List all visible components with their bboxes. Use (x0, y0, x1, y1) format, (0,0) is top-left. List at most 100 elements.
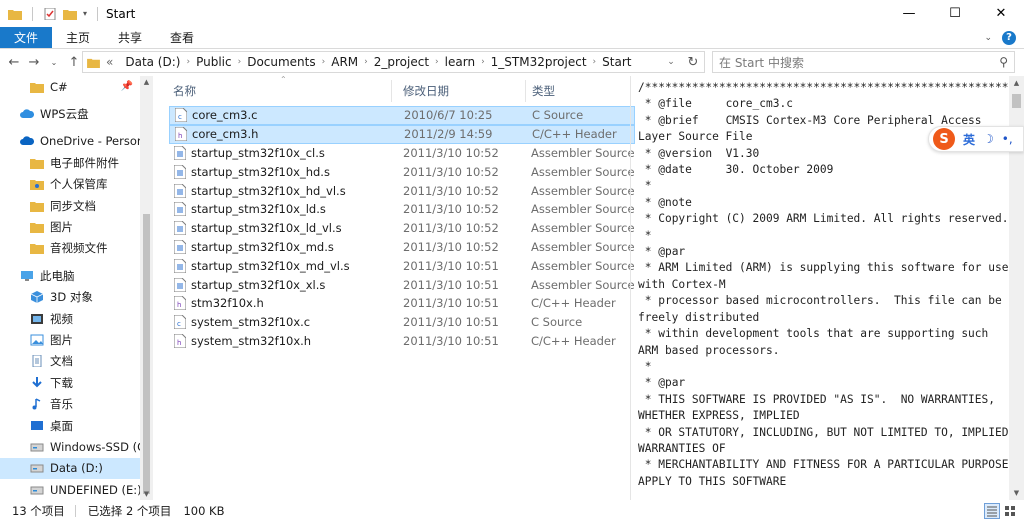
breadcrumb-item[interactable]: 1_STM32project (485, 55, 593, 69)
expand-ribbon-icon[interactable]: ⌄ (984, 33, 992, 43)
customize-toolbar-icon[interactable]: ▾ (83, 9, 87, 18)
breadcrumb-overflow[interactable]: « (100, 55, 119, 69)
scroll-down-icon[interactable]: ▼ (140, 490, 153, 498)
refresh-icon[interactable]: ↻ (682, 55, 704, 70)
sidebar-item[interactable]: 此电脑 (0, 265, 153, 286)
sidebar-item[interactable]: Data (D:) (0, 457, 153, 480)
sidebar-item[interactable]: 同步文档 (0, 195, 153, 216)
tab-file[interactable]: 文件 (0, 27, 53, 48)
navigation-bar: ← → ⌄ ↑ « Data (D:) › Public › Documents › … (0, 49, 1024, 75)
file-type: C/C++ Header (532, 127, 617, 142)
sidebar-item[interactable]: OneDrive - Persona (0, 131, 153, 152)
up-arrow-icon[interactable]: ↑ (64, 55, 84, 70)
recent-locations-icon[interactable]: ⌄ (44, 58, 64, 67)
ime-language-mode[interactable]: 英 (963, 131, 975, 148)
back-arrow-icon[interactable]: ← (4, 55, 24, 70)
file-name: startup_stm32f10x_ld.s (191, 202, 326, 217)
sidebar-item[interactable]: 电子邮件附件 (0, 152, 153, 173)
scroll-up-icon[interactable]: ▲ (140, 78, 153, 86)
view-switcher (984, 503, 1018, 519)
sidebar-item[interactable]: Windows-SSD (C:) (0, 436, 153, 457)
file-row[interactable]: c system_stm32f10x.c 2011/3/10 10:51 C Sour… (169, 313, 635, 332)
forward-arrow-icon[interactable]: → (24, 55, 44, 70)
ime-toolbar[interactable]: S 英 ☽ •, (928, 126, 1024, 152)
file-row[interactable]: startup_stm32f10x_hd_vl.s 2011/3/10 10:52… (169, 181, 635, 200)
sidebar-item[interactable]: 图片 (0, 216, 153, 237)
file-row[interactable]: startup_stm32f10x_ld_vl.s 2011/3/10 10:52… (169, 219, 635, 238)
file-type: C Source (531, 315, 583, 330)
help-icon[interactable]: ? (1002, 30, 1016, 45)
sidebar-item[interactable]: 音视频文件 (0, 238, 153, 259)
tab-view[interactable]: 查看 (156, 27, 208, 48)
sidebar-item[interactable]: 个人保管库 (0, 174, 153, 195)
search-box[interactable]: 在 Start 中搜索 ⚲ (712, 51, 1015, 73)
new-folder-icon[interactable] (63, 8, 77, 20)
column-divider[interactable] (525, 80, 526, 102)
sidebar-item[interactable]: 下载 (0, 372, 153, 393)
minimize-icon[interactable]: — (886, 0, 932, 27)
scrollbar-thumb[interactable] (143, 214, 150, 494)
breadcrumb-item[interactable]: 2_project (368, 55, 435, 69)
maximize-icon[interactable]: ☐ (932, 0, 978, 27)
file-date: 2011/3/10 10:52 (403, 183, 499, 198)
tab-home[interactable]: 主页 (52, 27, 104, 48)
drive-icon (30, 441, 44, 453)
breadcrumb-item[interactable]: ARM (325, 55, 364, 69)
window-title: Start (106, 6, 136, 21)
file-row[interactable]: startup_stm32f10x_md_vl.s 2011/3/10 10:51… (169, 256, 635, 275)
close-icon[interactable]: ✕ (978, 0, 1024, 27)
address-bar[interactable]: « Data (D:) › Public › Documents › ARM › 2_p… (82, 51, 705, 73)
file-row[interactable]: startup_stm32f10x_xl.s 2011/3/10 10:51 Ass… (169, 275, 635, 294)
folder-icon[interactable] (8, 8, 22, 20)
file-type: Assembler Source (531, 239, 635, 254)
properties-icon[interactable] (43, 7, 57, 20)
file-row[interactable]: c core_cm3.c 2010/6/7 10:25 C Source (169, 106, 635, 125)
search-icon[interactable]: ⚲ (999, 55, 1014, 69)
ime-punctuation-icon[interactable]: •, (1002, 132, 1013, 146)
sidebar-item[interactable]: WPS云盘 (0, 103, 153, 124)
nav-scrollbar[interactable]: ▲ ▼ (140, 76, 153, 500)
file-row[interactable]: h system_stm32f10x.h 2011/3/10 10:51 C/C++ … (169, 332, 635, 351)
breadcrumb-item[interactable]: Data (D:) (119, 55, 186, 69)
pin-icon[interactable]: 📌 (121, 81, 133, 92)
address-dropdown-icon[interactable]: ⌄ (660, 57, 682, 67)
breadcrumb-item[interactable]: Start (596, 55, 637, 69)
sidebar-item[interactable]: 视频 (0, 308, 153, 329)
sidebar-item[interactable]: 文档 (0, 351, 153, 372)
details-view-icon[interactable] (984, 503, 1000, 519)
column-divider[interactable] (391, 80, 392, 102)
breadcrumb-item[interactable]: Public (190, 55, 238, 69)
file-name: startup_stm32f10x_ld_vl.s (191, 221, 342, 236)
onedrive-icon (20, 135, 35, 147)
sogou-logo-icon[interactable]: S (933, 128, 955, 150)
sidebar-item[interactable]: 音乐 (0, 393, 153, 414)
column-header-name[interactable]: 名称 (173, 76, 196, 106)
scroll-down-icon[interactable]: ▼ (1009, 489, 1024, 497)
sidebar-item[interactable]: 桌面 (0, 415, 153, 436)
sidebar-item[interactable]: UNDEFINED (E:) (0, 479, 153, 500)
file-row[interactable]: startup_stm32f10x_hd.s 2011/3/10 10:52 Ass… (169, 162, 635, 181)
column-header-type[interactable]: 类型 (532, 76, 555, 106)
ime-moon-icon[interactable]: ☽ (983, 132, 994, 146)
breadcrumb-item[interactable]: learn (439, 55, 481, 69)
file-row[interactable]: startup_stm32f10x_ld.s 2011/3/10 10:52 Ass… (169, 200, 635, 219)
scrollbar-thumb[interactable] (1012, 94, 1021, 108)
file-row[interactable]: startup_stm32f10x_cl.s 2011/3/10 10:52 Ass… (169, 144, 635, 163)
pc-icon (20, 270, 34, 282)
file-row[interactable]: h stm32f10x.h 2011/3/10 10:51 C/C++ Header (169, 294, 635, 313)
sidebar-item[interactable]: 3D 对象 (0, 287, 153, 308)
file-row[interactable]: startup_stm32f10x_md.s 2011/3/10 10:52 Ass… (169, 238, 635, 257)
sidebar-item[interactable]: C# 📌 (0, 76, 153, 97)
file-row[interactable]: h core_cm3.h 2011/2/9 14:59 C/C++ Header (169, 124, 635, 144)
drive-icon (30, 484, 44, 496)
s-file-icon (173, 220, 187, 236)
sidebar-item[interactable]: 图片 (0, 329, 153, 350)
file-date: 2011/3/10 10:52 (403, 145, 499, 160)
scroll-up-icon[interactable]: ▲ (1009, 79, 1024, 87)
file-name: startup_stm32f10x_cl.s (191, 145, 325, 160)
tab-share[interactable]: 共享 (104, 27, 156, 48)
large-icons-view-icon[interactable] (1002, 503, 1018, 519)
breadcrumb-item[interactable]: Documents (241, 55, 321, 69)
column-header-date[interactable]: 修改日期 (403, 76, 449, 106)
s-file-icon (173, 258, 187, 274)
